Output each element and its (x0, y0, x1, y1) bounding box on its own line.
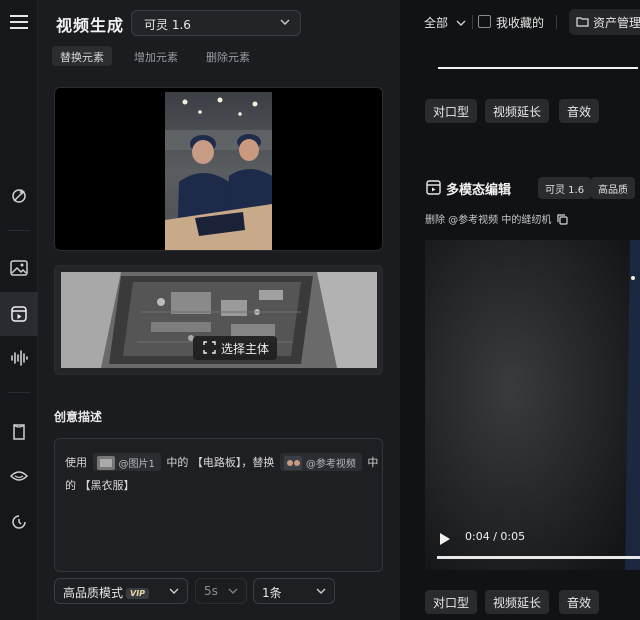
select-subject-button[interactable]: 选择主体 (193, 336, 277, 360)
model-select[interactable]: 可灵 1.6 (131, 10, 301, 36)
quality-mode-value: 高品质模式 (63, 586, 124, 600)
video-time: 0:04 / 0:05 (465, 530, 526, 543)
left-rail (0, 0, 38, 620)
generation-panel: 视频生成 可灵 1.6 替换元素 增加元素 删除元素 选择主体 创意描述 使用 … (38, 0, 400, 620)
mention-chip-label: @图片1 (118, 459, 155, 470)
lip-sync-button[interactable]: 对口型 (425, 99, 478, 123)
duration-value: 5s (204, 584, 218, 598)
toolbar-divider (556, 15, 557, 29)
favorites-checkbox[interactable] (478, 15, 491, 28)
play-icon[interactable] (439, 532, 451, 546)
history-clock-icon[interactable] (0, 500, 38, 544)
sound-effect-button[interactable]: 音效 (559, 590, 600, 614)
cube-icon[interactable] (0, 410, 38, 454)
prompt-text: 的 【黑衣服】 (65, 479, 135, 492)
select-subject-label: 选择主体 (221, 342, 270, 356)
model-tag: 可灵 1.6 (538, 177, 592, 199)
prompt-text: 中 (367, 456, 379, 469)
toolbar-divider (472, 15, 473, 29)
sound-effect-button[interactable]: 音效 (559, 99, 600, 123)
multimodal-edit-title: 多模态编辑 (446, 183, 512, 198)
extend-video-button[interactable]: 视频延长 (485, 99, 550, 123)
mention-chip-video[interactable]: @参考视频 (279, 453, 362, 471)
prompt-section-title: 创意描述 (54, 410, 103, 424)
edit-description: 删除 @参考视频 中的缝纫机 (425, 211, 568, 226)
prompt-line-2: 的 【黑衣服】 (65, 477, 135, 493)
filter-all-dropdown[interactable]: 全部 (424, 14, 466, 31)
eye-icon[interactable] (0, 454, 38, 498)
video-seek-bar[interactable] (437, 556, 640, 559)
video-controls: 0:04 / 0:05 (425, 522, 640, 562)
copy-icon[interactable] (556, 214, 568, 225)
video-thumb-icon (283, 455, 302, 470)
favorites-label: 我收藏的 (496, 16, 545, 30)
mention-chip-image[interactable]: @图片1 (92, 453, 161, 471)
tab-delete[interactable]: 删除元素 (198, 46, 258, 66)
reference-image-card[interactable]: 选择主体 (54, 265, 383, 375)
previous-video-progress (438, 67, 638, 69)
select-frame-icon (203, 341, 216, 354)
prompt-text: 中的 【电路板】，替换 (166, 456, 275, 469)
reference-video-card[interactable] (54, 87, 383, 251)
chevron-down-icon (316, 588, 326, 594)
asset-manager-label: 资产管理 (593, 16, 640, 30)
mention-chip-label: @参考视频 (305, 459, 356, 470)
prompt-editor[interactable]: 使用 @图片1 中的 【电路板】，替换 @参考视频 中 的 【黑衣服】 (54, 438, 383, 572)
rail-divider (8, 392, 30, 393)
tab-replace[interactable]: 替换元素 (52, 46, 112, 66)
chevron-down-icon (456, 20, 466, 26)
multimodal-edit-icon (426, 180, 441, 195)
rail-divider (8, 230, 30, 231)
prompt-line-1: 使用 @图片1 中的 【电路板】，替换 @参考视频 中 (65, 453, 378, 471)
result-video-frame (425, 240, 640, 570)
extend-video-button[interactable]: 视频延长 (485, 590, 550, 614)
chevron-down-icon (280, 19, 290, 25)
magic-wand-icon[interactable] (0, 174, 38, 218)
results-panel: 全部 我收藏的 资产管理 对口型 视频延长 音效 多模态编辑 可灵 1.6 高品… (400, 0, 640, 620)
model-select-value: 可灵 1.6 (144, 18, 191, 32)
count-select[interactable]: 1条 (253, 578, 335, 604)
prompt-text: 使用 (65, 456, 87, 469)
menu-icon[interactable] (0, 0, 38, 44)
result-video-player[interactable]: 0:04 / 0:05 (425, 240, 640, 570)
video-icon[interactable] (0, 292, 38, 336)
image-icon[interactable] (0, 246, 38, 290)
panel-header: 视频生成 可灵 1.6 (38, 0, 400, 46)
page-title: 视频生成 (56, 16, 125, 35)
quality-tag: 高品质 (591, 177, 635, 199)
count-value: 1条 (262, 586, 282, 600)
quality-mode-select[interactable]: 高品质模式 VIP (54, 578, 188, 604)
edit-description-text: 删除 @参考视频 中的缝纫机 (425, 215, 552, 226)
folder-icon (576, 17, 589, 27)
chevron-down-icon (228, 588, 238, 594)
results-toolbar: 全部 我收藏的 资产管理 (400, 0, 640, 44)
tab-add[interactable]: 增加元素 (126, 46, 186, 66)
audio-wave-icon[interactable] (0, 336, 38, 380)
chevron-down-icon (169, 588, 179, 594)
asset-manager-button[interactable]: 资产管理 (569, 9, 640, 35)
duration-select[interactable]: 5s (195, 578, 247, 604)
lip-sync-button[interactable]: 对口型 (425, 590, 478, 614)
image-thumb-icon (96, 455, 115, 470)
filter-all-label: 全部 (424, 16, 449, 30)
vip-badge: VIP (126, 588, 150, 599)
reference-video-thumbnail (165, 92, 272, 250)
